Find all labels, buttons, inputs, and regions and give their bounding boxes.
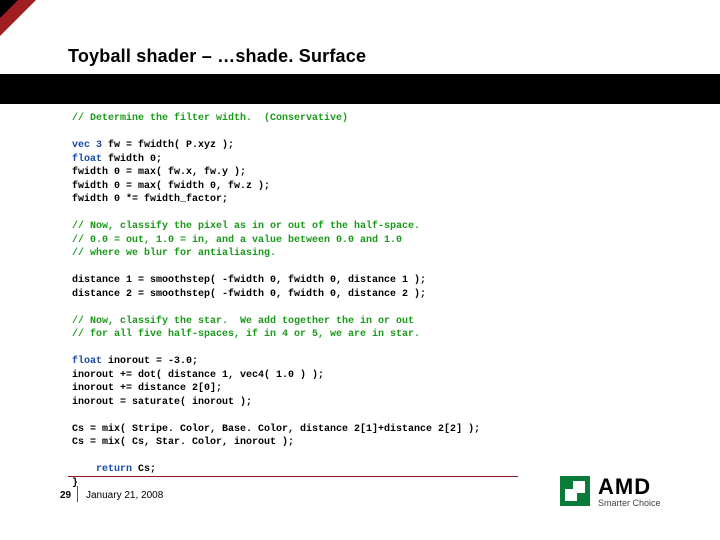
page-number: 29: [60, 490, 71, 501]
code-text: fw = fwidth( P.xyz );: [102, 140, 234, 151]
code-text: distance 1 = smoothstep( -fwidth 0, fwid…: [72, 274, 662, 288]
code-comment: // Now, classify the pixel as in or out …: [72, 220, 662, 234]
code-text: Cs;: [132, 464, 156, 475]
code-text: Cs = mix( Stripe. Color, Base. Color, di…: [72, 423, 662, 437]
code-comment: // Determine the filter width. (Conserva…: [72, 112, 662, 126]
amd-brand-text: AMD: [598, 474, 651, 500]
code-text: inorout = saturate( inorout );: [72, 396, 662, 410]
amd-tagline: Smarter Choice: [598, 498, 661, 508]
code-keyword: float: [72, 154, 102, 165]
code-comment: // for all five half-spaces, if in 4 or …: [72, 328, 662, 342]
amd-logo: AMD Smarter Choice: [560, 476, 690, 516]
corner-decoration: [0, 0, 36, 36]
code-text: inorout = -3.0;: [102, 356, 198, 367]
code-text: Cs = mix( Cs, Star. Color, inorout );: [72, 436, 662, 450]
code-comment: // Now, classify the star. We add togeth…: [72, 315, 662, 329]
code-comment: // where we blur for antialiasing.: [72, 247, 662, 261]
code-text: inorout += dot( distance 1, vec4( 1.0 ) …: [72, 369, 662, 383]
code-block: // Determine the filter width. (Conserva…: [72, 112, 662, 490]
title-underbar: [0, 74, 720, 104]
footer-divider: [68, 476, 518, 477]
footer-separator: [77, 486, 78, 502]
code-keyword: vec 3: [72, 140, 102, 151]
code-text: fwidth 0 *= fwidth_factor;: [72, 193, 662, 207]
code-comment: // 0.0 = out, 1.0 = in, and a value betw…: [72, 234, 662, 248]
slide-title: Toyball shader – …shade. Surface: [68, 46, 366, 67]
code-text: fwidth 0 = max( fw.x, fw.y );: [72, 166, 662, 180]
code-text: fwidth 0;: [102, 154, 162, 165]
code-text: distance 2 = smoothstep( -fwidth 0, fwid…: [72, 288, 662, 302]
code-keyword: return: [72, 464, 132, 475]
code-text: fwidth 0 = max( fwidth 0, fw.z );: [72, 180, 662, 194]
code-text: inorout += distance 2[0];: [72, 382, 662, 396]
footer-date: January 21, 2008: [86, 490, 163, 501]
code-keyword: float: [72, 356, 102, 367]
amd-arrow-icon: [560, 476, 590, 506]
slide: Toyball shader – …shade. Surface // Dete…: [0, 0, 720, 540]
